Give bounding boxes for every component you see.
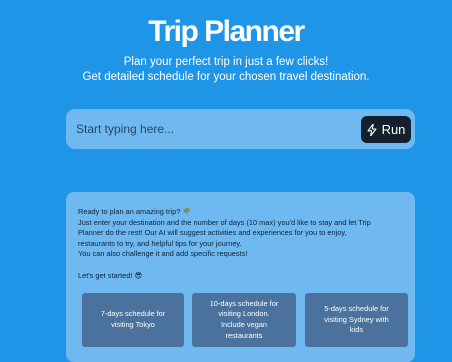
intro-panel: Ready to plan an amazing trip? 🌴 Just en… — [66, 192, 415, 362]
intro-line: Just enter your destination and the numb… — [78, 217, 371, 227]
subtitle-line: Get detailed schedule for your chosen tr… — [82, 71, 370, 83]
suggestion-line: 10-days schedule for — [209, 298, 279, 308]
suggestion-line: visiting Sydney with — [324, 314, 389, 324]
suggestion-line: 7-days schedule for — [100, 309, 166, 319]
suggestion-line: Include vegan — [220, 320, 267, 329]
search-bar: Run — [66, 109, 415, 149]
subtitle-line: Plan your perfect trip in just a few cli… — [123, 56, 329, 68]
suggestion-card-sydney[interactable]: 5-days schedule for visiting Sydney with… — [305, 293, 408, 347]
suggestion-line: 5-days schedule for — [324, 304, 389, 314]
run-button[interactable]: Run — [361, 116, 411, 143]
intro-text: Ready to plan an amazing trip? 🌴 Just en… — [78, 207, 408, 281]
search-input[interactable] — [66, 109, 356, 149]
suggestion-line: visiting Tokyo — [111, 320, 155, 329]
page-title: Trip Planner — [148, 15, 305, 48]
intro-line: restaurants to try, and helpful tips for… — [78, 238, 242, 248]
suggestion-card-tokyo[interactable]: 7-days schedule for visiting Tokyo — [82, 293, 184, 347]
intro-line: Ready to plan an amazing trip? 🌴 — [78, 207, 192, 216]
suggestion-card-london[interactable]: 10-days schedule for visiting London. In… — [192, 293, 296, 347]
page-subtitle: Plan your perfect trip in just a few cli… — [0, 55, 452, 85]
intro-line: Planner do the rest! Our AI will suggest… — [78, 228, 347, 238]
suggestion-line: kids — [349, 325, 364, 335]
run-button-label: Run — [381, 122, 406, 137]
intro-line: Let's get started! 😎 — [78, 270, 143, 280]
intro-line: You can also challenge it and add specif… — [78, 249, 248, 259]
suggestion-line: visiting London. — [218, 309, 270, 319]
suggestion-line: restaurants — [225, 330, 263, 340]
lightning-bolt-icon — [367, 123, 377, 136]
